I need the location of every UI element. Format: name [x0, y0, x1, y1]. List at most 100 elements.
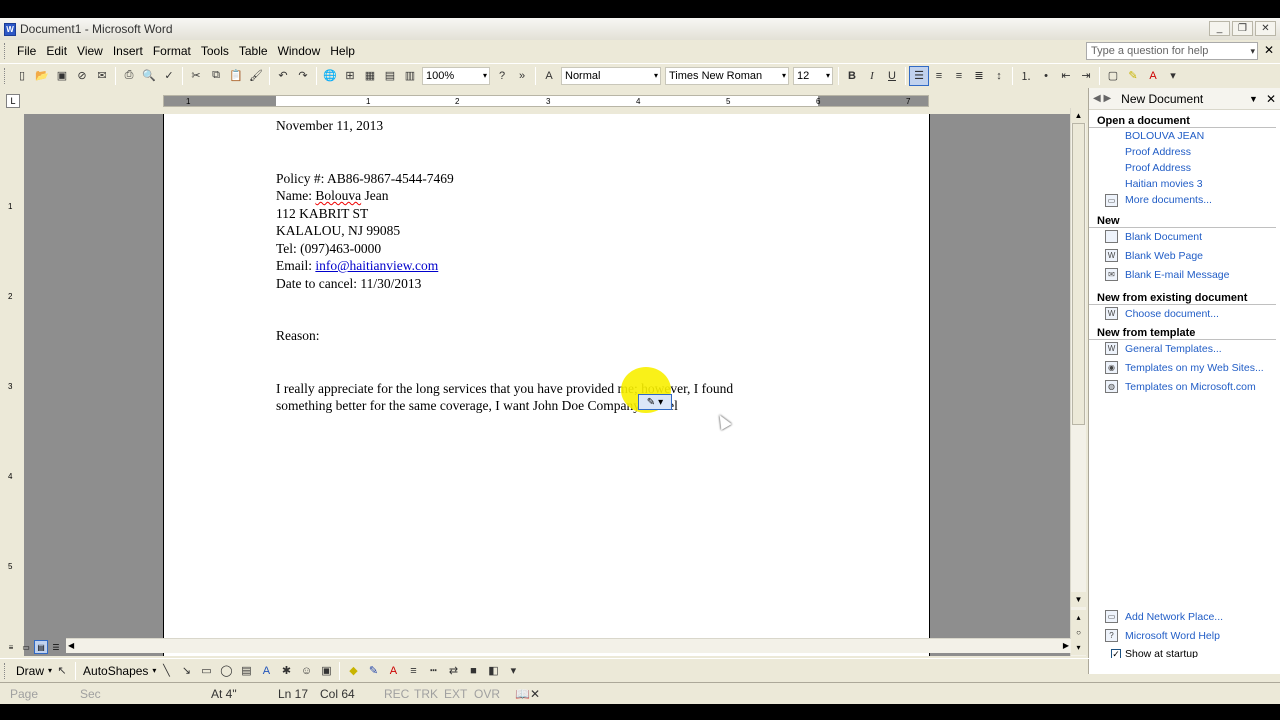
email-icon[interactable]: ✉: [92, 66, 112, 86]
cut-icon[interactable]: ✂: [186, 66, 206, 86]
toolbar-options-icon[interactable]: »: [512, 66, 532, 86]
close-document-icon[interactable]: ✕: [1264, 43, 1274, 57]
back-forward-icon[interactable]: ◀ ▶: [1093, 93, 1111, 104]
line-color-icon[interactable]: ✎: [363, 661, 383, 681]
3d-icon[interactable]: ◧: [483, 661, 503, 681]
paste-icon[interactable]: 📋: [226, 66, 246, 86]
print-preview-icon[interactable]: 🔍: [139, 66, 159, 86]
scroll-left-icon[interactable]: ◀: [68, 641, 74, 650]
autocorrect-options-button[interactable]: ✎ ▾: [638, 394, 672, 410]
tables-borders-icon[interactable]: ⊞: [340, 66, 360, 86]
line-icon[interactable]: ╲: [156, 661, 176, 681]
scroll-right-icon[interactable]: ▶: [1063, 641, 1069, 650]
increase-indent-icon[interactable]: ⇥: [1076, 66, 1096, 86]
hyperlink-icon[interactable]: 🌐: [320, 66, 340, 86]
permission-icon[interactable]: ⊘: [72, 66, 92, 86]
menu-format[interactable]: Format: [148, 42, 196, 60]
menu-file[interactable]: File: [12, 42, 41, 60]
dash-style-icon[interactable]: ┅: [423, 661, 443, 681]
toolbar-overflow-icon[interactable]: ▾: [503, 661, 523, 681]
arrow-icon[interactable]: ↘: [176, 661, 196, 681]
font-size-select[interactable]: 12 ▾: [793, 66, 833, 85]
status-ext[interactable]: EXT: [444, 687, 467, 701]
recent-doc-link[interactable]: Proof Address: [1089, 160, 1280, 176]
toolbar-overflow-icon[interactable]: ▾: [1163, 66, 1183, 86]
general-templates-link[interactable]: W General Templates...: [1089, 340, 1280, 359]
maximize-button[interactable]: ❐: [1232, 21, 1253, 36]
scroll-up-icon[interactable]: ▲: [1071, 108, 1086, 123]
web-layout-icon[interactable]: ▭: [19, 640, 33, 654]
select-objects-icon[interactable]: ↖: [52, 661, 72, 681]
numbering-icon[interactable]: ⒈: [1016, 66, 1036, 86]
spelling-status-icon[interactable]: 📖✕: [515, 687, 540, 701]
menu-window[interactable]: Window: [273, 42, 326, 60]
autoshapes-menu[interactable]: AutoShapes: [79, 664, 152, 678]
toolbar-grip[interactable]: [4, 662, 7, 679]
blank-document-link[interactable]: Blank Document: [1089, 228, 1280, 247]
recent-doc-link[interactable]: Proof Address: [1089, 144, 1280, 160]
menu-tools[interactable]: Tools: [196, 42, 234, 60]
chevron-down-icon[interactable]: ▾: [782, 68, 786, 84]
font-select[interactable]: Times New Roman ▾: [665, 66, 789, 85]
minimize-button[interactable]: _: [1209, 21, 1230, 36]
print-icon[interactable]: ⎙: [119, 66, 139, 86]
chevron-down-icon[interactable]: ▾: [483, 68, 487, 84]
fill-color-icon[interactable]: ◆: [343, 661, 363, 681]
blank-web-page-link[interactable]: W Blank Web Page: [1089, 247, 1280, 266]
underline-button[interactable]: U: [882, 66, 902, 86]
close-button[interactable]: ✕: [1255, 21, 1276, 36]
borders-icon[interactable]: ▢: [1103, 66, 1123, 86]
horizontal-ruler[interactable]: 1 1 2 3 4 5 6 7: [163, 95, 929, 107]
blank-email-link[interactable]: ✉ Blank E-mail Message: [1089, 266, 1280, 285]
insert-table-icon[interactable]: ▦: [360, 66, 380, 86]
vertical-ruler[interactable]: 1 2 3 4 5: [4, 114, 20, 654]
toolbar-grip[interactable]: [4, 67, 7, 84]
format-painter-icon[interactable]: 🖌: [246, 66, 266, 86]
print-layout-icon[interactable]: ▤: [34, 640, 48, 654]
misspelled-word[interactable]: Bolouva: [315, 188, 361, 203]
menu-view[interactable]: View: [72, 42, 108, 60]
outline-view-icon[interactable]: ☰: [49, 640, 63, 654]
horizontal-scrollbar[interactable]: ◀ ▶: [66, 638, 1071, 653]
recent-doc-link[interactable]: BOLOUVA JEAN: [1089, 128, 1280, 144]
more-documents-link[interactable]: ▭ More documents...: [1089, 192, 1280, 208]
status-rec[interactable]: REC: [384, 687, 409, 701]
menu-table[interactable]: Table: [234, 42, 273, 60]
chevron-down-icon[interactable]: ▾: [826, 68, 830, 84]
menu-insert[interactable]: Insert: [108, 42, 148, 60]
insert-excel-icon[interactable]: ▤: [380, 66, 400, 86]
status-trk[interactable]: TRK: [414, 687, 438, 701]
shadow-icon[interactable]: ■: [463, 661, 483, 681]
tab-selector[interactable]: L: [6, 94, 20, 108]
wordart-icon[interactable]: A: [256, 661, 276, 681]
scroll-down-icon[interactable]: ▼: [1071, 592, 1086, 607]
zoom-select[interactable]: 100% ▾: [422, 66, 490, 85]
bullets-icon[interactable]: •: [1036, 66, 1056, 86]
rectangle-icon[interactable]: ▭: [196, 661, 216, 681]
status-ovr[interactable]: OVR: [474, 687, 500, 701]
undo-icon[interactable]: ↶: [273, 66, 293, 86]
menu-help[interactable]: Help: [325, 42, 360, 60]
draw-menu[interactable]: Draw: [12, 664, 48, 678]
vertical-scrollbar[interactable]: ▲ ▼ ▴ ○ ▾: [1070, 108, 1086, 656]
ask-question-box[interactable]: Type a question for help ▾: [1086, 42, 1258, 60]
chevron-down-icon[interactable]: ▼: [1249, 94, 1258, 104]
new-document-icon[interactable]: ▯: [12, 66, 32, 86]
chevron-down-icon[interactable]: ▾: [654, 68, 658, 84]
italic-button[interactable]: I: [862, 66, 882, 86]
web-templates-link[interactable]: ◉ Templates on my Web Sites...: [1089, 359, 1280, 378]
add-network-place-link[interactable]: ▭ Add Network Place...: [1089, 608, 1280, 627]
styles-formatting-icon[interactable]: A: [539, 66, 559, 86]
font-color-icon[interactable]: A: [1143, 66, 1163, 86]
close-icon[interactable]: ✕: [1266, 92, 1276, 106]
columns-icon[interactable]: ▥: [400, 66, 420, 86]
font-color-icon[interactable]: A: [383, 661, 403, 681]
align-center-icon[interactable]: ≡: [929, 66, 949, 86]
style-select[interactable]: Normal ▾: [561, 66, 661, 85]
menu-edit[interactable]: Edit: [41, 42, 72, 60]
clip-art-icon[interactable]: ☺: [296, 661, 316, 681]
picture-icon[interactable]: ▣: [316, 661, 336, 681]
text-box-icon[interactable]: ▤: [236, 661, 256, 681]
spelling-icon[interactable]: ✓: [159, 66, 179, 86]
open-folder-icon[interactable]: 📂: [32, 66, 52, 86]
